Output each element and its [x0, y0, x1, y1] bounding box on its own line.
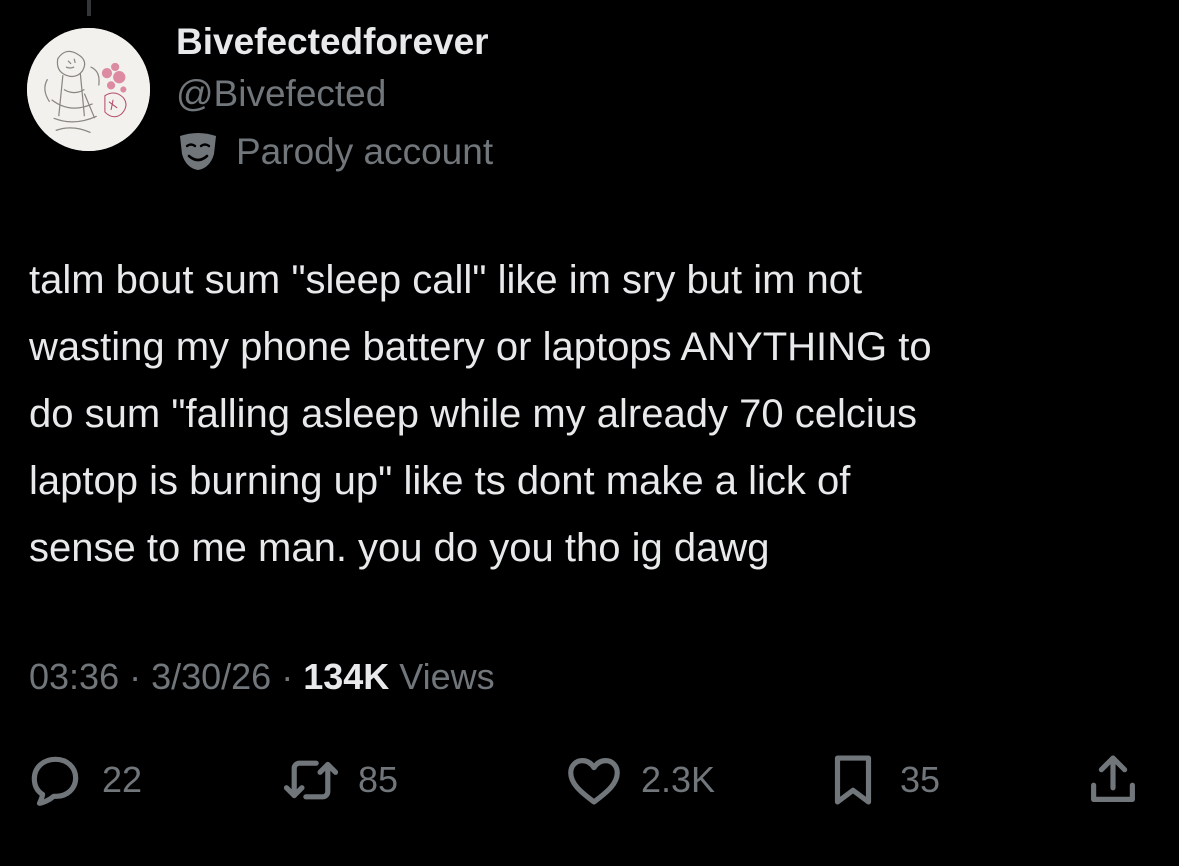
tweet-text-line: wasting my phone battery or laptops ANYT…	[29, 325, 932, 369]
bookmark-button[interactable]: 35	[822, 745, 940, 815]
parody-account-label: Parody account	[176, 130, 493, 174]
tweet-text-line: do sum "falling asleep while my already …	[29, 392, 917, 436]
avatar[interactable]	[27, 28, 150, 151]
parody-label-text: Parody account	[236, 131, 494, 172]
action-bar: 22 85 2.3K 35	[0, 745, 1179, 815]
tweet-text-line: laptop is burning up" like ts dont make …	[29, 459, 851, 503]
theater-mask-icon	[176, 132, 220, 172]
like-count: 2.3K	[641, 759, 716, 800]
tweet-text-line: sense to me man. you do you tho ig dawg	[29, 526, 770, 570]
repost-icon	[280, 749, 342, 811]
share-button[interactable]	[1082, 745, 1144, 815]
repost-button[interactable]: 85	[280, 745, 398, 815]
tweet-date[interactable]: 3/30/26	[151, 656, 271, 697]
meta-separator: ·	[271, 656, 304, 697]
meta-separator: ·	[119, 656, 152, 697]
share-icon	[1082, 749, 1144, 811]
bookmark-icon	[822, 749, 884, 811]
thread-connector-line	[87, 0, 91, 16]
reply-icon	[24, 749, 86, 811]
tweet-text-line: talm bout sum "sleep call" like im sry b…	[29, 258, 863, 302]
avatar-image	[27, 28, 150, 151]
heart-icon	[563, 749, 625, 811]
repost-count: 85	[358, 759, 399, 800]
views-label[interactable]: Views	[399, 656, 494, 697]
views-count[interactable]: 134K	[303, 656, 389, 697]
username-handle[interactable]: @Bivefected	[176, 73, 386, 115]
reply-button[interactable]: 22	[24, 745, 142, 815]
tweet-metadata: 03:36 · 3/30/26 · 134K Views	[29, 656, 495, 698]
like-button[interactable]: 2.3K	[563, 745, 715, 815]
reply-count: 22	[102, 759, 143, 800]
tweet-time[interactable]: 03:36	[29, 656, 119, 697]
bookmark-count: 35	[900, 759, 941, 800]
display-name[interactable]: Bivefectedforever	[176, 21, 489, 63]
tweet-text: talm bout sum "sleep call" like im sry b…	[29, 247, 1154, 582]
